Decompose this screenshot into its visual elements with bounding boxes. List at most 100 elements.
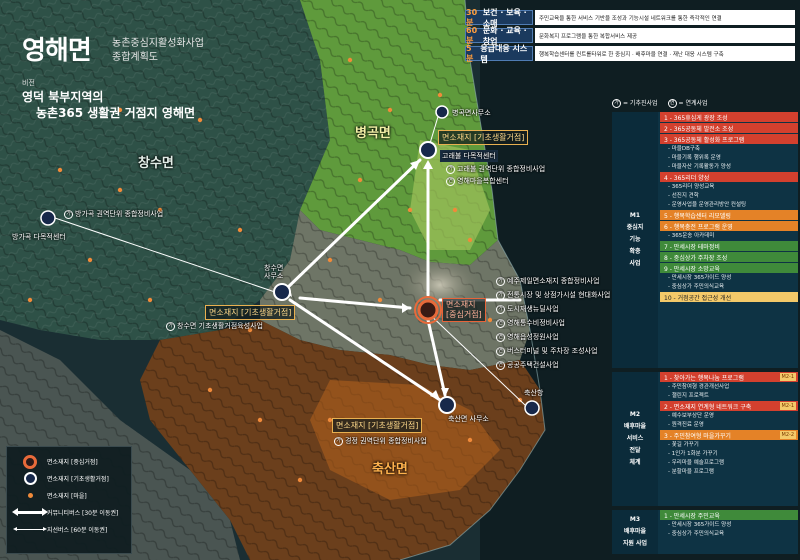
project-subitem: - 마을자산 기록활동가 양성 xyxy=(668,164,731,170)
project-subitem: - 원격진료 운영 xyxy=(668,422,704,428)
project-bar: 8 - 중심상가 주차장 조성 xyxy=(660,252,798,262)
project-badge-icon: 가 xyxy=(446,164,455,174)
linked-badge-icon: 연 xyxy=(667,99,677,108)
title-subtitle-plan: 종합계획도 xyxy=(112,52,158,63)
byeonggok-hub-tag: 면소재지 [기초생활거점] xyxy=(438,130,529,145)
project-subitem: - 챌린지 프로젝트 xyxy=(668,393,709,399)
strip-row: 30분 보건 · 보육 · 소매 주민교육을 통한 서비스 기반을 조성과 기능시설… xyxy=(465,8,795,28)
center-hub-icon xyxy=(23,454,37,469)
vision-line-1: 영덕 북부지역의 xyxy=(22,90,104,104)
center-project-item: 가 예주제일면소재지 종합정비사업 xyxy=(496,276,610,286)
project-subitem: - 중심상가 주민의식교육 xyxy=(668,531,725,537)
section-head: M2 배후마을 서비스 전달 체계 xyxy=(612,372,658,506)
chuksan-port-label: 축산항 xyxy=(524,389,544,397)
changsu-office-label: 창수면 사무소 xyxy=(264,264,284,280)
project-subitem: - 마을DB구축 xyxy=(668,146,700,152)
strip-desc: 주민교육을 통한 서비스 기반을 조성과 기능시설 네트워크를 통한 즉각적인 … xyxy=(535,10,795,25)
legend-row-thick-arrow: 커뮤니티버스 [30분 이동권] xyxy=(12,504,125,521)
project-bar: 10 - 거점공간 접근성 개선 xyxy=(660,292,798,302)
title-subtitle-project: 농촌중심지활성화사업 xyxy=(112,38,204,49)
project-subitem: - 우리마을 예술프로그램 xyxy=(668,460,725,466)
strip-desc: 문화복지 프로그램을 통한 복합서비스 제공 xyxy=(535,28,795,43)
section-m3: M3 배후마을 지원 사업 1 - 만세시장 주민교육 - 만세시장 365가이드 양성… xyxy=(612,510,798,554)
strip-row: 5분 응급대응 시스템 행복학습센터를 컨트롤타워로 한 중심지 · 배후마을 연결… xyxy=(465,44,795,64)
legend-row-village: 면소재지 [마을] xyxy=(13,487,125,504)
top-service-strip: 30분 보건 · 보육 · 소매 주민교육을 통한 서비스 기반을 조성과 기능시설… xyxy=(465,8,795,64)
strip-head: 5분 응급대응 시스템 xyxy=(465,44,533,64)
project-badge-icon: 가 xyxy=(496,304,505,314)
section-body: 1 - 찾아가는 행복나눔 프로그램 M2-1 - 주민참여형 경관개선사업 - 챌린… xyxy=(660,372,798,477)
area-label-byeonggok: 병곡면 xyxy=(355,126,391,141)
project-subitem: - 365운송 아카데미 xyxy=(668,233,715,239)
project-subitem: - 꽃길 가꾸기 xyxy=(668,442,699,448)
legend-row-basic: 면소재지 [기초생활거점] xyxy=(13,470,125,487)
project-badge-icon: 가 xyxy=(166,321,175,331)
legend-linked: 연 = 연계사업 xyxy=(667,98,708,108)
chuksan-office-label: 축산면 사무소 xyxy=(448,415,489,423)
project-code-tag: M2-1 xyxy=(779,402,796,410)
project-badge-icon: 가 xyxy=(496,276,505,286)
project-bar: 7 - 만세시장 테마정비 xyxy=(660,241,798,251)
project-badge-icon: 가 xyxy=(496,290,505,300)
project-subitem: - 1인가 1화분 가꾸기 xyxy=(668,451,718,457)
vision-label: 비전 xyxy=(22,79,35,87)
vision-line-2: 농촌365 생활권 거점지 영해면 xyxy=(36,106,196,120)
strip-head: 60분 문화 · 교육 · 창업 xyxy=(465,26,533,46)
project-bar: 2 - 365공동체 발전소 조성 xyxy=(660,123,798,133)
byeonggok-office-label: 병곡면사무소 xyxy=(452,109,491,117)
project-badge-icon: 연 xyxy=(496,332,505,342)
strip-row: 60분 문화 · 교육 · 창업 문화복지 프로그램을 통한 복합서비스 제공 xyxy=(465,26,795,46)
project-bar: 3 - 365공동체 활성화 프로그램 xyxy=(660,134,798,144)
project-subitem: - 운영사업을 운영관리방안 컨설팅 xyxy=(668,202,747,208)
center-project-list: 가 예주제일면소재지 종합정비사업 가 전통시장 및 상점가시설 현대화사업 가 도시재생… xyxy=(496,276,610,374)
double-arrow-thick-icon xyxy=(12,508,48,516)
basic-hub-icon xyxy=(23,472,37,485)
section-body: 1 - 만세시장 주민교육 - 만세시장 365가이드 양성 - 중심상가 주민의식… xyxy=(660,510,798,539)
section-head: M3 배후마을 지원 사업 xyxy=(612,510,658,554)
section-m1: M1 중심지 기능 확충 사업 1 - 365휴심게 광장 조성 2 - 365공동체 발전… xyxy=(612,112,798,368)
changsu-project: 가 창수면 기초생활거점육성사업 xyxy=(166,321,263,331)
project-badge-icon: 가 xyxy=(64,209,73,219)
section-m2: M2 배후마을 서비스 전달 체계 1 - 찾아가는 행복나눔 프로그램 M2-1 - 주민참… xyxy=(612,372,798,506)
project-subitem: - 중심상가 주민의식교육 xyxy=(668,284,725,290)
section-body: 1 - 365휴심게 광장 조성 2 - 365공동체 발전소 조성 3 - 365… xyxy=(660,112,798,303)
map-legend: 면소재지 [중심거점] 면소재지 [기초생활거점] 면소재지 [마을] 커뮤니티… xyxy=(6,446,132,554)
center-project-item: 연 버스터미널 및 주차장 조성사업 xyxy=(496,346,610,356)
changsu-hub-tag: 면소재지 [기초생활거점] xyxy=(205,305,296,320)
project-subitem: - 만세시장 365가이드 양성 xyxy=(668,275,732,281)
project-bar: 4 - 365리더 양성 xyxy=(660,172,798,182)
project-subitem: - 선진지 견학 xyxy=(668,193,699,199)
center-project-item: 연 공공주택건설사업 xyxy=(496,360,610,370)
village-dot-icon xyxy=(27,493,33,498)
project-bar: 1 - 만세시장 주민교육 xyxy=(660,510,798,520)
project-subitem: - 분할마을 프로그램 xyxy=(668,469,714,475)
legend-row-thin-arrow: 지선버스 [60분 이동권] xyxy=(13,521,125,538)
chuksan-project: 가 경정 권역단위 종합정비사업 xyxy=(334,436,427,446)
project-badge-icon: 연 xyxy=(496,318,505,328)
legend-existing: 가 = 기추진사업 xyxy=(612,98,658,108)
byeonggok-project-1: 가 고래불 권역단위 종합정비사업 xyxy=(446,164,545,174)
legend-row-center: 면소재지 [중심거점] xyxy=(13,453,125,470)
project-badge-icon: 가 xyxy=(334,436,343,446)
bangga-center-label: 방가곡 다목적센터 xyxy=(12,233,66,241)
chuksan-hub-tag: 면소재지 [기초생활거점] xyxy=(332,418,423,433)
project-bar: 2 - 면소재지 연계형 네트워크 구축 M2-1 xyxy=(660,401,798,411)
double-arrow-thin-icon xyxy=(13,527,47,531)
project-bar: 9 - 만세시장 소망교육 xyxy=(660,263,798,273)
byeonggok-center-label: 고래불 다목적센터 xyxy=(440,150,498,162)
center-project-item: 가 전통시장 및 상점가시설 현대화사업 xyxy=(496,290,610,300)
project-bar: 1 - 찾아가는 행복나눔 프로그램 M2-1 xyxy=(660,372,798,382)
area-label-chuksan: 축산면 xyxy=(372,462,408,477)
project-bar: 5 - 행복학습센터 리모델링 xyxy=(660,210,798,220)
bangga-project: 가 방가곡 권역단위 종합정비사업 xyxy=(64,209,163,219)
project-bar: 1 - 365휴심게 광장 조성 xyxy=(660,112,798,122)
area-label-changsu: 창수면 xyxy=(138,156,174,171)
strip-head: 30분 보건 · 보육 · 소매 xyxy=(465,8,533,28)
map-poster: 영해면 농촌중심지활성화사업 종합계획도 비전 영덕 북부지역의 농촌365 생… xyxy=(0,0,800,560)
project-subitem: - 예수보부상단 운영 xyxy=(668,413,714,419)
center-project-item: 연 영해읍성정원사업 xyxy=(496,332,610,342)
project-bar: 6 - 행복충전 프로그램 운영 xyxy=(660,221,798,231)
project-bar: 3 - 주민참여형 마을가꾸기 M2-2 xyxy=(660,430,798,440)
center-project-item: 연 영해통수비정비사업 xyxy=(496,318,610,328)
project-badge-icon: 가 xyxy=(612,99,621,108)
